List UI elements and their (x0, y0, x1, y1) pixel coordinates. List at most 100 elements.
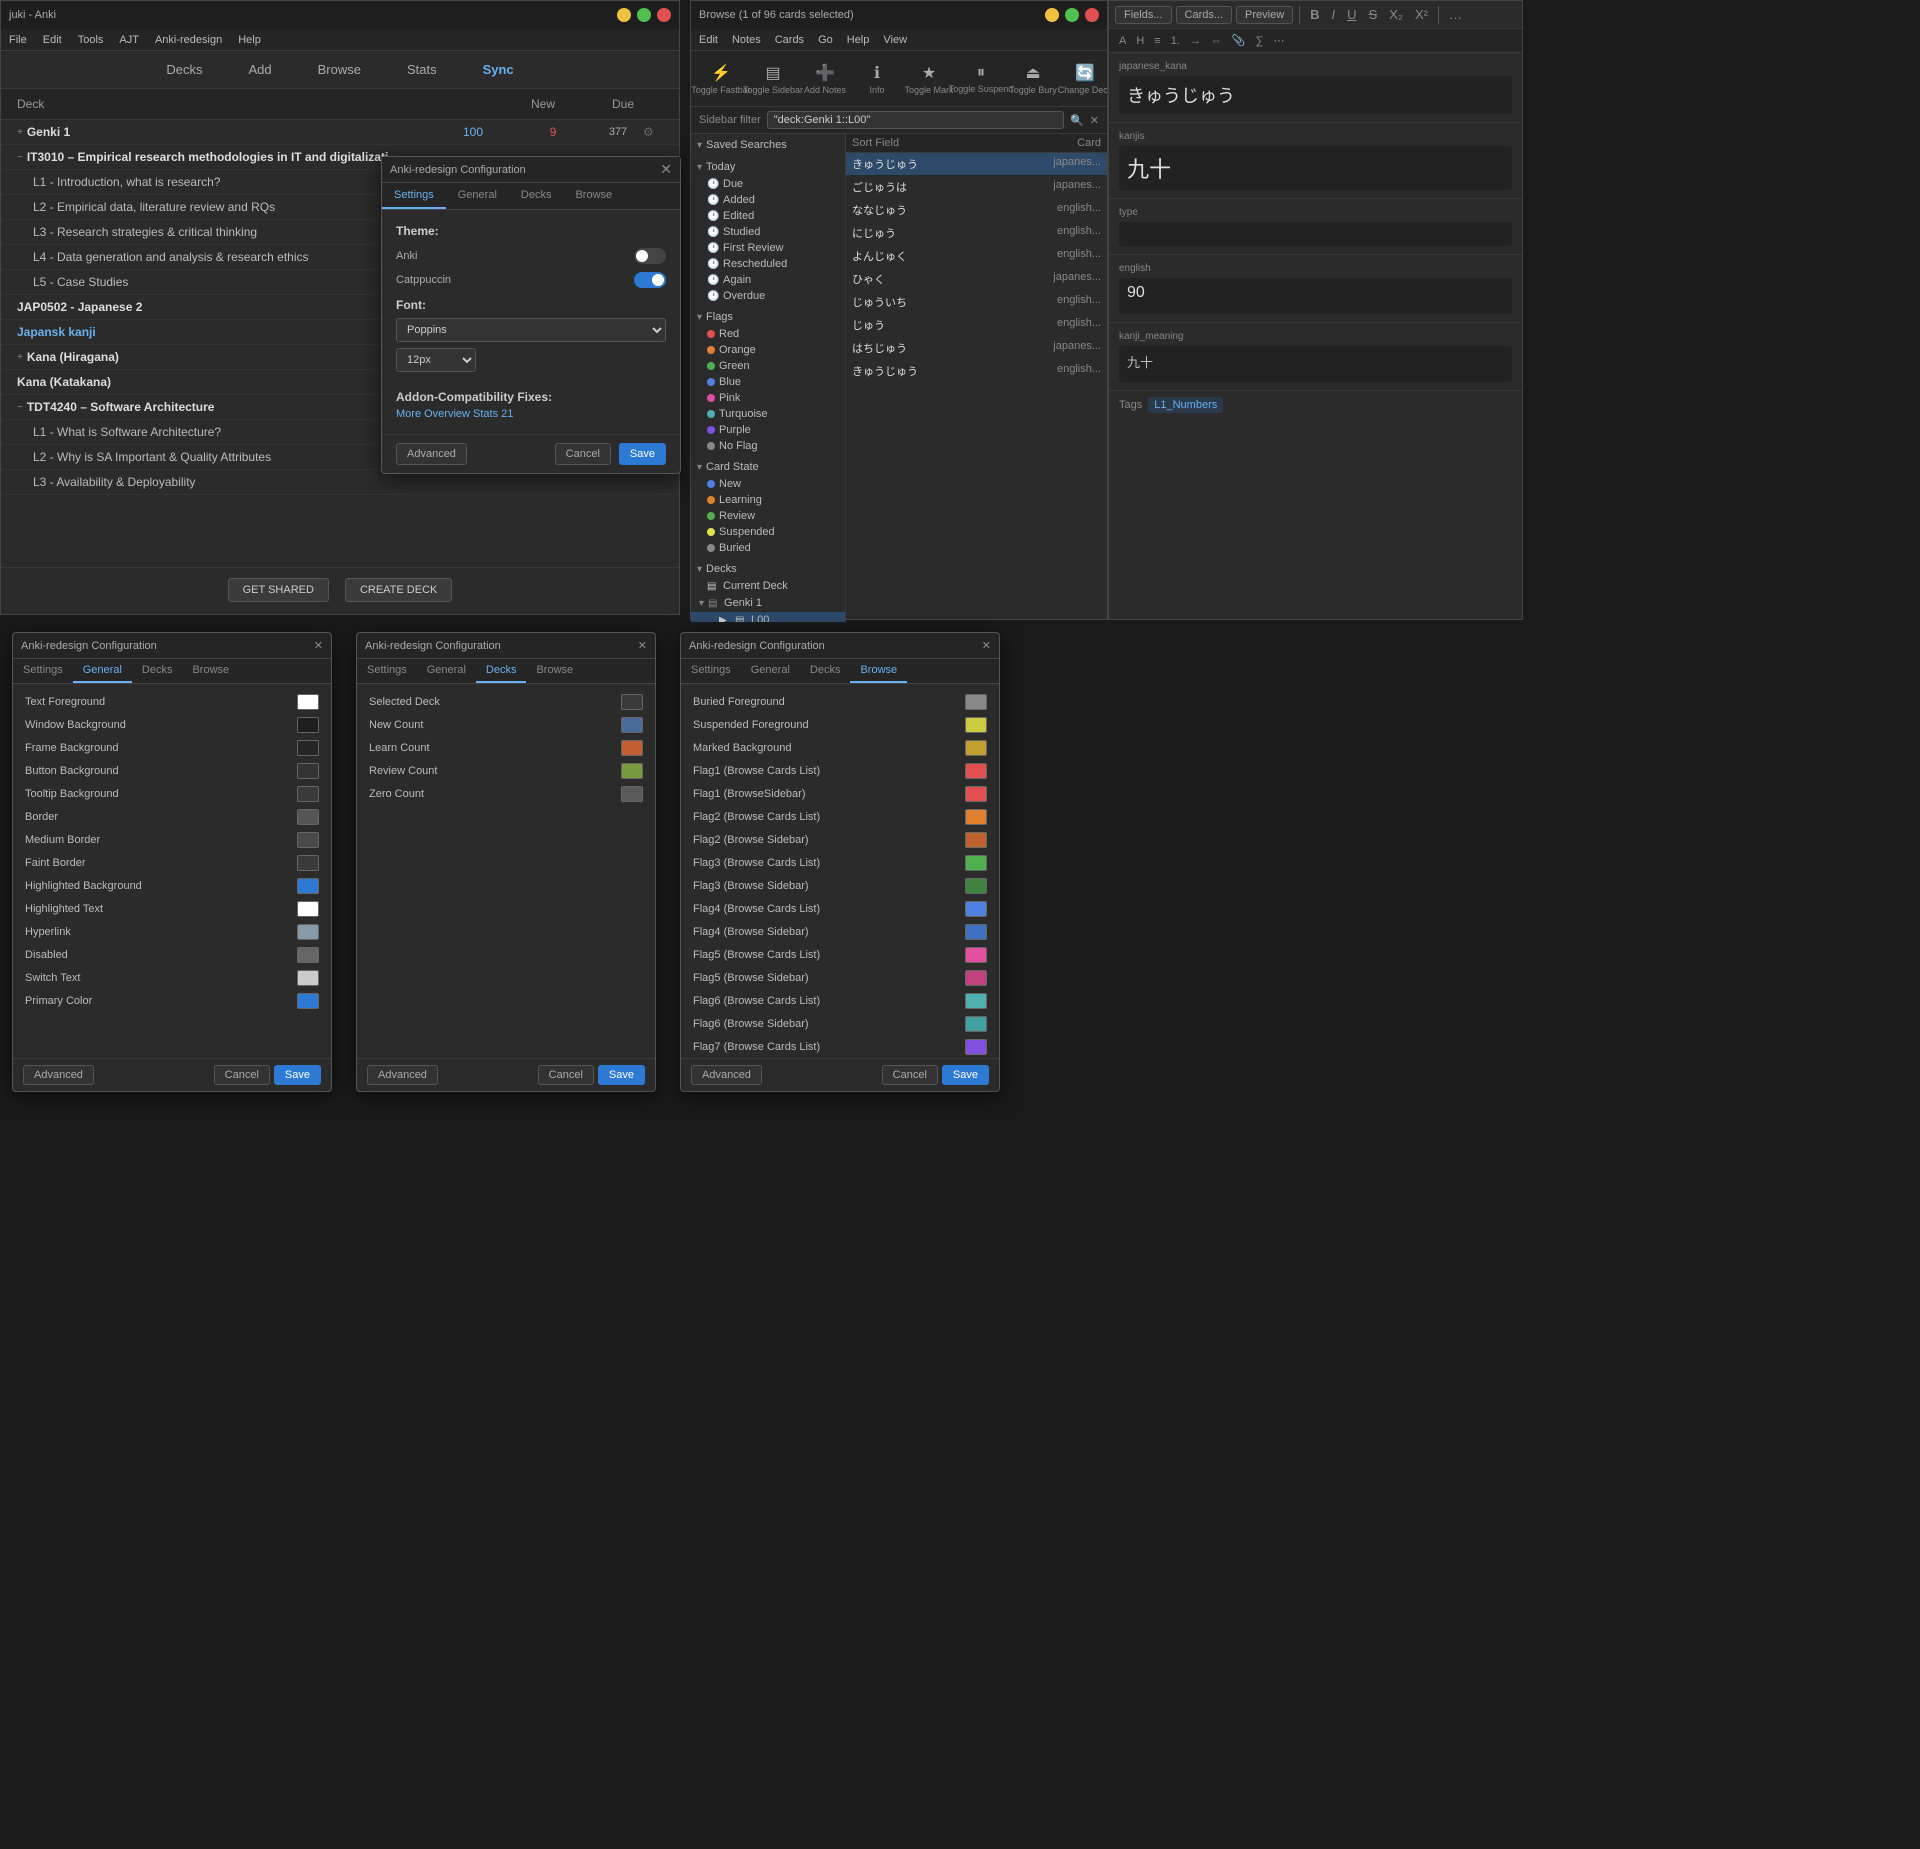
tab-decks[interactable]: Decks (509, 183, 564, 209)
flags-header[interactable]: ▾ Flags (691, 308, 845, 326)
sidebar-item-buried[interactable]: Buried (691, 540, 845, 556)
toggle-mark-button[interactable]: ★ Toggle Mark (905, 59, 953, 99)
sidebar-item-flag-turquoise[interactable]: Turquoise (691, 406, 845, 422)
save-button[interactable]: Save (619, 443, 666, 465)
clear-filter-icon[interactable]: ✕ (1090, 114, 1099, 127)
nav-browse[interactable]: Browse (310, 58, 369, 81)
toggle-sidebar-button[interactable]: ▤ Toggle Sidebar (749, 59, 797, 99)
color-swatch[interactable] (621, 763, 643, 779)
sidebar-item-flag-red[interactable]: Red (691, 326, 845, 342)
menu-tools[interactable]: Tools (78, 34, 104, 46)
sort-field-header[interactable]: Sort Field (852, 137, 1021, 149)
tab-settings[interactable]: Settings (13, 659, 73, 683)
toggle-bury-button[interactable]: ⏏ Toggle Bury (1009, 59, 1057, 99)
color-swatch[interactable] (297, 786, 319, 802)
color-swatch[interactable] (621, 694, 643, 710)
bold-button[interactable]: B (1306, 5, 1323, 24)
tab-browse[interactable]: Browse (850, 659, 907, 683)
browse-minimize-button[interactable] (1045, 8, 1059, 22)
highlight-button[interactable]: H (1132, 33, 1148, 49)
field-value[interactable]: 90 (1119, 278, 1512, 314)
tab-general[interactable]: General (417, 659, 476, 683)
color-swatch[interactable] (297, 694, 319, 710)
color-swatch[interactable] (297, 901, 319, 917)
latex-button[interactable]: ∑ (1252, 33, 1268, 49)
ordered-list-button[interactable]: 1. (1167, 33, 1184, 49)
tab-settings[interactable]: Settings (382, 183, 446, 209)
table-row[interactable]: きゅうじゅうenglish... (846, 360, 1107, 383)
cancel-button[interactable]: Cancel (214, 1065, 270, 1085)
table-row[interactable]: ななじゅうenglish... (846, 199, 1107, 222)
color-swatch[interactable] (297, 924, 319, 940)
config-close-button[interactable]: ✕ (660, 161, 672, 178)
table-row[interactable]: ひゃくjapanes... (846, 268, 1107, 291)
save-button[interactable]: Save (942, 1065, 989, 1085)
info-button[interactable]: ℹ Info (853, 59, 901, 99)
close-icon[interactable]: ✕ (314, 639, 323, 652)
sidebar-item-rescheduled[interactable]: 🕐Rescheduled (691, 256, 845, 272)
color-swatch[interactable] (297, 878, 319, 894)
menu-anki-redesign[interactable]: Anki-redesign (155, 34, 222, 46)
sidebar-item-due[interactable]: 🕐Due (691, 176, 845, 192)
table-row[interactable]: にじゅうenglish... (846, 222, 1107, 245)
close-icon[interactable]: ✕ (638, 639, 647, 652)
field-value[interactable]: きゅうじゅう (1119, 76, 1512, 114)
maximize-button[interactable] (637, 8, 651, 22)
browse-menu-notes[interactable]: Notes (732, 34, 761, 46)
table-row[interactable]: はちじゅうjapanes... (846, 337, 1107, 360)
tab-browse[interactable]: Browse (526, 659, 583, 683)
tab-settings[interactable]: Settings (357, 659, 417, 683)
gear-icon[interactable]: ⚙ (643, 125, 663, 139)
color-swatch[interactable] (965, 763, 987, 779)
color-swatch[interactable] (965, 1016, 987, 1032)
get-shared-button[interactable]: GET SHARED (228, 578, 329, 602)
nav-sync[interactable]: Sync (475, 58, 522, 81)
cancel-button[interactable]: Cancel (555, 443, 611, 465)
table-row[interactable]: ごじゅうはjapanes... (846, 176, 1107, 199)
font-select[interactable]: Poppins Inter Roboto System Default (396, 318, 666, 342)
tags-value[interactable]: L1_Numbers (1148, 397, 1223, 413)
sidebar-item-flag-orange[interactable]: Orange (691, 342, 845, 358)
color-swatch[interactable] (965, 809, 987, 825)
saved-searches-header[interactable]: ▾ Saved Searches (691, 136, 845, 154)
table-row[interactable]: じゅういちenglish... (846, 291, 1107, 314)
toggle-suspend-button[interactable]: ⏸ Toggle Suspend (957, 60, 1005, 98)
minimize-button[interactable] (617, 8, 631, 22)
more-button[interactable]: ⋯ (1269, 32, 1288, 49)
nav-stats[interactable]: Stats (399, 58, 445, 81)
advanced-button[interactable]: Advanced (691, 1065, 762, 1085)
tab-decks[interactable]: Decks (476, 659, 527, 683)
color-swatch[interactable] (297, 717, 319, 733)
attachment-button[interactable]: 📎 (1228, 32, 1250, 49)
table-row[interactable]: じゅうenglish... (846, 314, 1107, 337)
cancel-button[interactable]: Cancel (538, 1065, 594, 1085)
color-swatch[interactable] (965, 878, 987, 894)
more-format-button[interactable]: … (1445, 5, 1466, 24)
menu-edit[interactable]: Edit (43, 34, 62, 46)
align-button[interactable]: ⇔ (1207, 33, 1226, 49)
color-swatch[interactable] (965, 993, 987, 1009)
tab-decks[interactable]: Decks (800, 659, 851, 683)
field-value[interactable]: 九十 (1119, 346, 1512, 382)
font-size-select[interactable]: 12px 13px 14px (396, 348, 476, 372)
sidebar-item-again[interactable]: 🕐Again (691, 272, 845, 288)
color-swatch[interactable] (297, 740, 319, 756)
sidebar-item-new[interactable]: New (691, 476, 845, 492)
subscript-button[interactable]: X₂ (1385, 5, 1407, 24)
sidebar-filter-input[interactable] (767, 111, 1064, 129)
card-header[interactable]: Card (1021, 137, 1101, 149)
tab-general[interactable]: General (741, 659, 800, 683)
sidebar-item-studied[interactable]: 🕐Studied (691, 224, 845, 240)
color-swatch[interactable] (297, 970, 319, 986)
sidebar-item-review[interactable]: Review (691, 508, 845, 524)
toggle-fastbar-button[interactable]: ⚡ Toggle Fastbar (697, 59, 745, 99)
field-value[interactable]: 九十 (1119, 146, 1512, 190)
fields-button[interactable]: Fields... (1115, 6, 1172, 24)
browse-menu-view[interactable]: View (883, 34, 907, 46)
advanced-button[interactable]: Advanced (396, 443, 467, 465)
sidebar-item-edited[interactable]: 🕐Edited (691, 208, 845, 224)
nav-add[interactable]: Add (240, 58, 279, 81)
color-swatch[interactable] (297, 763, 319, 779)
color-swatch[interactable] (297, 947, 319, 963)
color-swatch[interactable] (621, 786, 643, 802)
